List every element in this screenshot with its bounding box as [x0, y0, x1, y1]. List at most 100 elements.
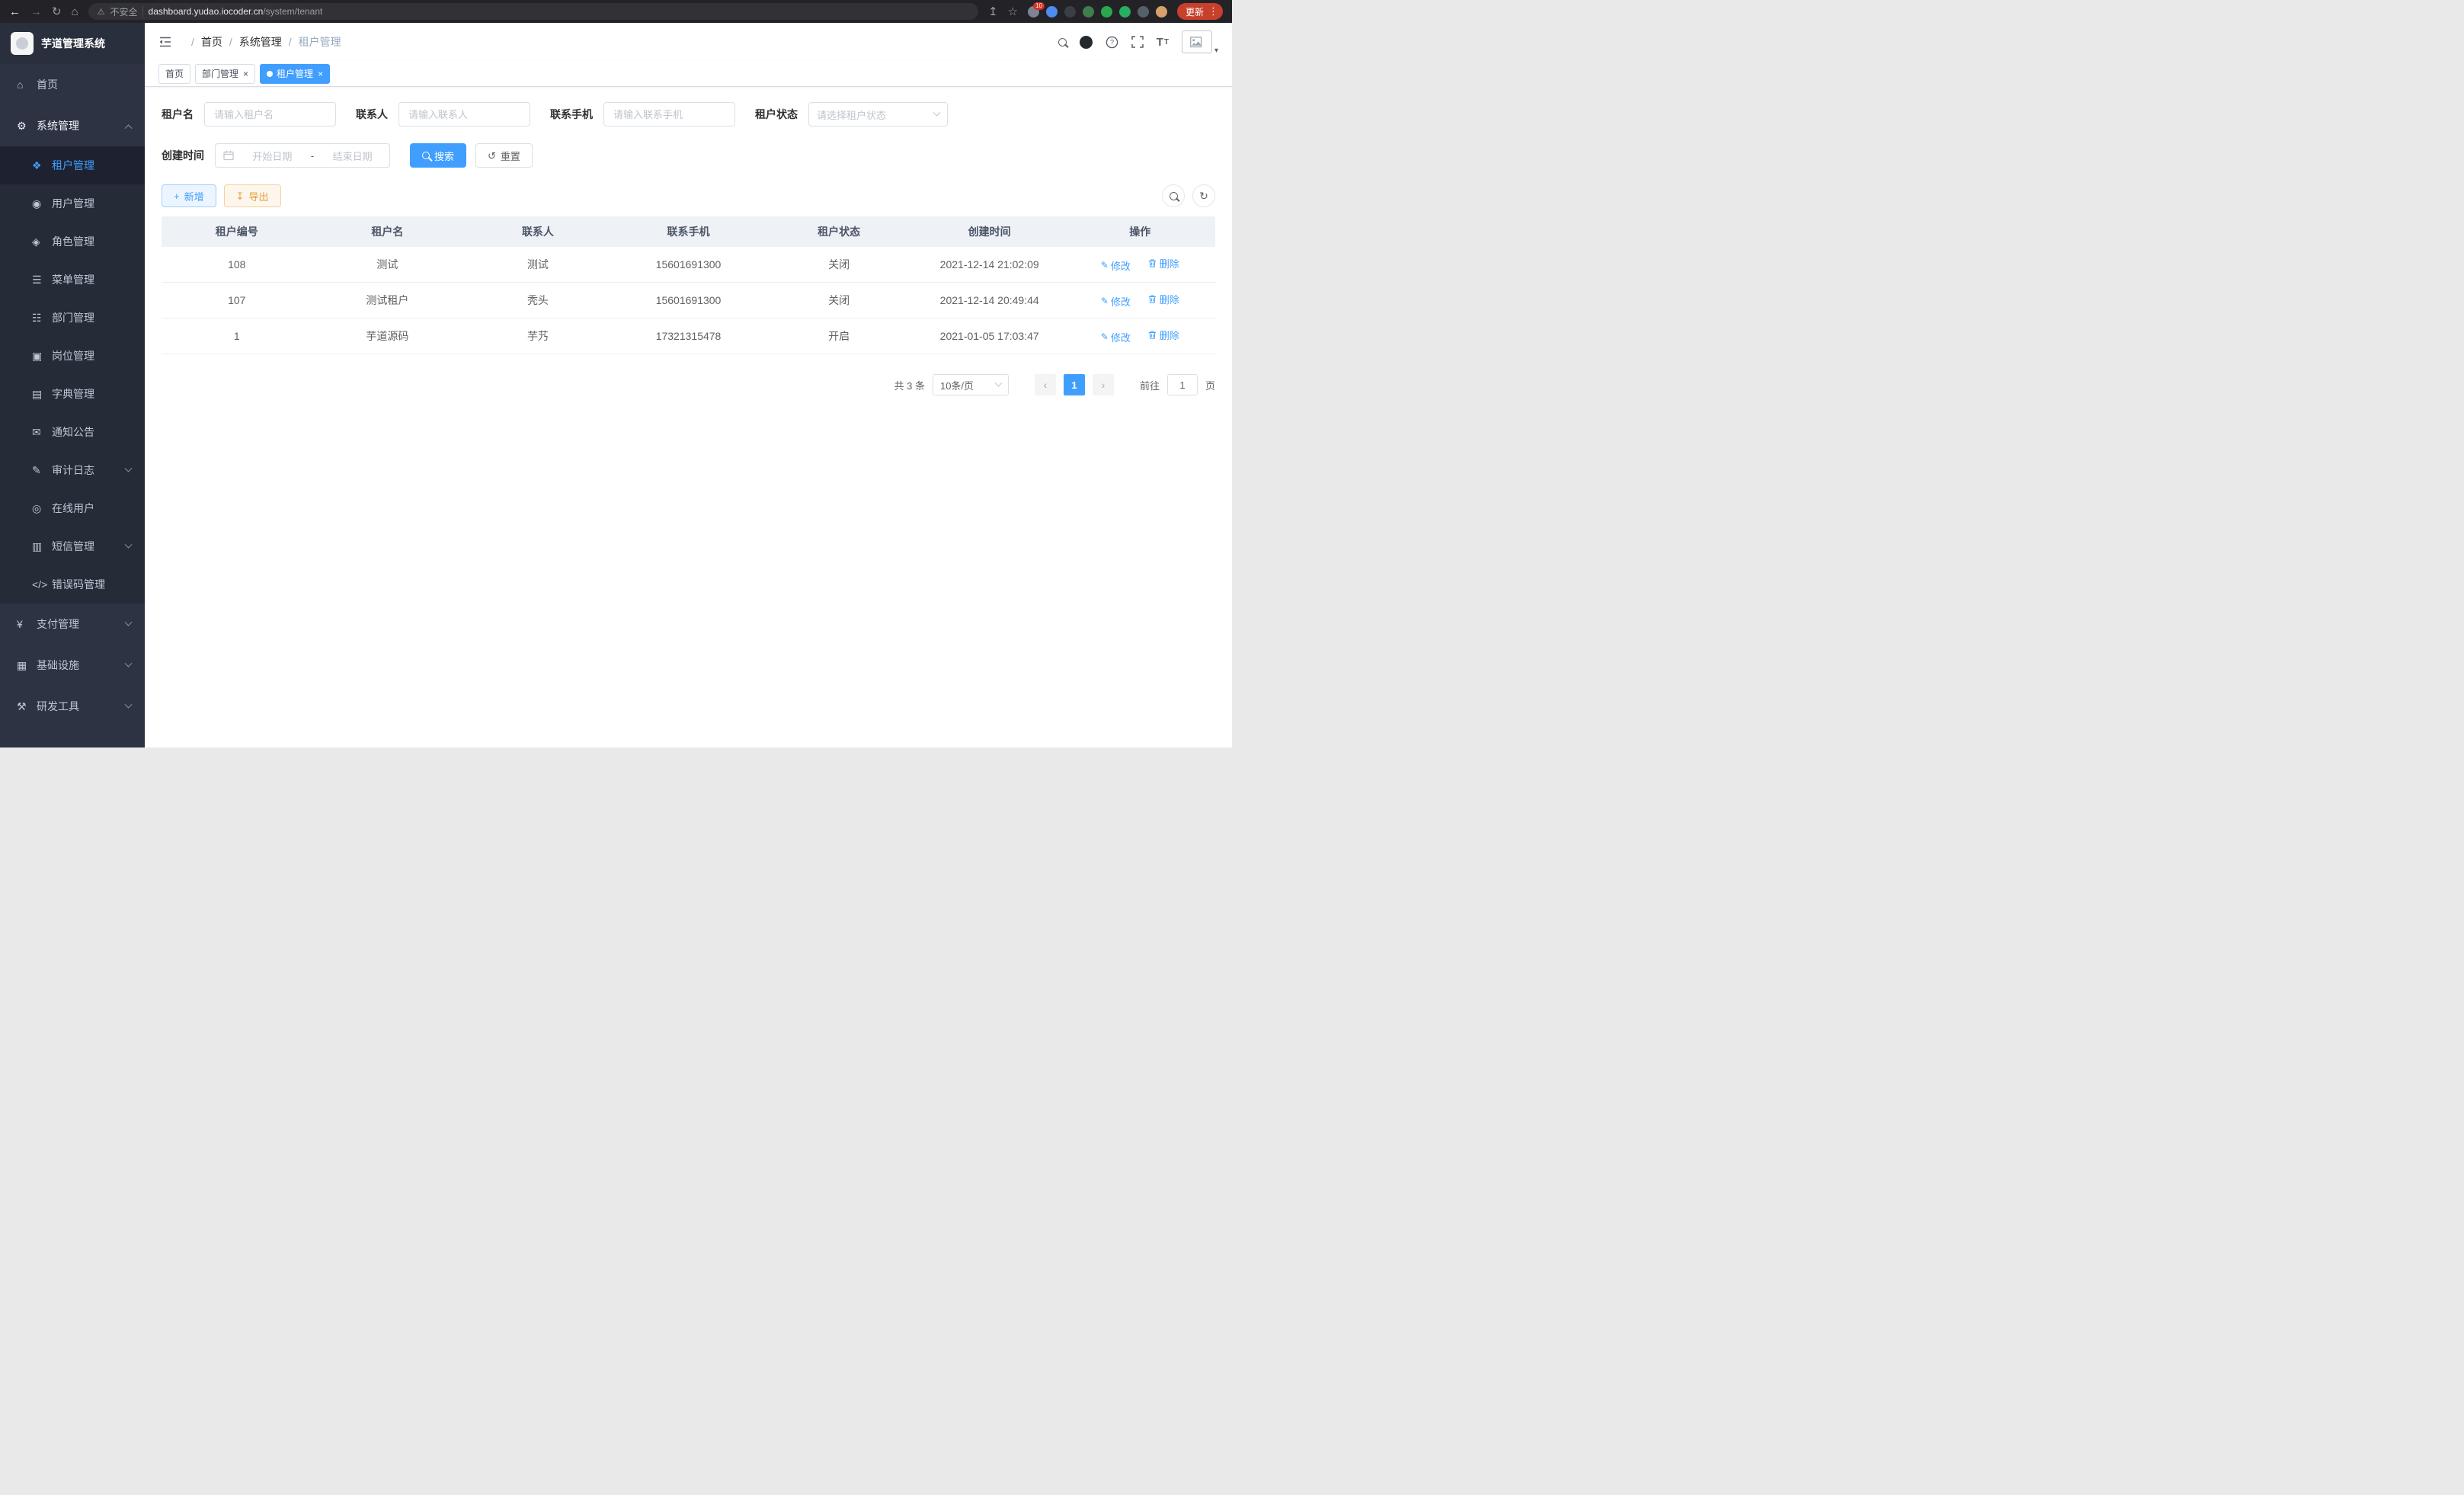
add-button[interactable]: + 新增	[162, 184, 216, 207]
sidebar-item[interactable]: ⌂ 首页	[0, 64, 145, 105]
browser-update-button[interactable]: 更新 ⋮	[1177, 3, 1223, 20]
current-page-button[interactable]: 1	[1064, 374, 1085, 395]
cell-tenant-id: 108	[162, 258, 312, 271]
date-end-placeholder: 结束日期	[323, 149, 382, 163]
home-icon: ⌂	[17, 78, 37, 91]
address-bar[interactable]: ⚠ 不安全 dashboard.yudao.iocoder.cn/system/…	[88, 3, 978, 20]
reset-button[interactable]: ↺ 重置	[475, 143, 533, 168]
table-column-header: 租户状态	[763, 224, 914, 239]
breadcrumb-label: 租户管理	[299, 34, 341, 50]
goto-page-input[interactable]	[1167, 374, 1198, 395]
sidebar-item[interactable]: ▣ 岗位管理	[0, 337, 145, 375]
chevron-icon	[125, 464, 133, 472]
tab[interactable]: 租户管理 ×	[260, 64, 330, 84]
errcode-icon: </>	[32, 578, 52, 591]
tab-close-icon[interactable]: ×	[318, 69, 323, 78]
search-button[interactable]: 搜索	[410, 143, 466, 168]
sidebar-item[interactable]: ◉ 用户管理	[0, 184, 145, 222]
table-row: 108 测试 测试 15601691300 关闭 2021-12-14 21:0…	[162, 247, 1215, 283]
breadcrumb-item[interactable]: / 租户管理	[282, 34, 341, 50]
contact-input[interactable]	[398, 102, 530, 126]
browser-menu-icon[interactable]: ⋮	[1208, 5, 1218, 18]
sidebar-item[interactable]: ❖ 租户管理	[0, 146, 145, 184]
delete-link[interactable]: 删除	[1147, 256, 1179, 271]
font-size-icon[interactable]: TT	[1157, 36, 1169, 49]
cell-contact: 测试	[462, 257, 613, 272]
trash-icon	[1147, 330, 1157, 340]
phone-input[interactable]	[603, 102, 735, 126]
sidebar-item[interactable]: ☷ 部门管理	[0, 299, 145, 337]
user-icon: ◉	[32, 197, 52, 210]
sidebar: 芋道管理系统 ⌂ 首页 ⚙ 系统管理	[0, 23, 145, 748]
cell-created: 2021-01-05 17:03:47	[914, 330, 1065, 342]
sidebar-item[interactable]: ▤ 字典管理	[0, 375, 145, 413]
extension-icon[interactable]	[1119, 6, 1131, 18]
sidebar-item-label: 通知公告	[52, 424, 94, 440]
edit-link[interactable]: ✎修改	[1101, 294, 1131, 309]
tenant-name-label: 租户名	[162, 107, 194, 122]
sidebar-item[interactable]: ⚒ 研发工具	[0, 686, 145, 727]
tab[interactable]: 首页 ×	[158, 64, 190, 84]
toggle-search-icon[interactable]	[1162, 184, 1185, 207]
tab-close-icon[interactable]: ×	[243, 69, 248, 78]
extension-icon[interactable]	[1156, 6, 1167, 18]
tab[interactable]: 部门管理 ×	[195, 64, 255, 84]
bookmark-star-icon[interactable]: ☆	[1008, 6, 1018, 18]
infra-icon: ▦	[17, 659, 37, 672]
sidebar-item[interactable]: ✎ 审计日志	[0, 451, 145, 489]
github-icon[interactable]	[1080, 36, 1093, 49]
date-range-picker[interactable]: 开始日期 - 结束日期	[215, 143, 390, 168]
tab-dot-icon	[267, 71, 273, 77]
sidebar-item[interactable]: ⚙ 系统管理	[0, 105, 145, 146]
next-page-button[interactable]: ›	[1093, 374, 1114, 395]
extension-icon[interactable]	[1138, 6, 1149, 18]
sidebar-item[interactable]: ▥ 短信管理	[0, 527, 145, 565]
cell-created: 2021-12-14 20:49:44	[914, 294, 1065, 306]
cell-phone: 17321315478	[613, 330, 764, 342]
extension-icon[interactable]	[1064, 6, 1076, 18]
breadcrumb-item[interactable]: / 首页	[184, 34, 222, 50]
extension-icon[interactable]	[1046, 6, 1058, 18]
edit-link[interactable]: ✎修改	[1101, 258, 1131, 273]
sidebar-item[interactable]: ◈ 角色管理	[0, 222, 145, 261]
collapse-sidebar-icon[interactable]	[158, 36, 172, 48]
logo[interactable]: 芋道管理系统	[0, 23, 145, 64]
breadcrumb-item[interactable]: / 系统管理	[222, 34, 282, 50]
refresh-icon[interactable]: ↻	[1192, 184, 1215, 207]
delete-link[interactable]: 删除	[1147, 328, 1179, 342]
browser-back-icon[interactable]: ←	[9, 6, 21, 18]
url-host: dashboard.yudao.iocoder.cn	[149, 6, 264, 17]
sidebar-item-label: 字典管理	[52, 386, 94, 402]
edit-link[interactable]: ✎修改	[1101, 330, 1131, 344]
sidebar-item[interactable]: ¥ 支付管理	[0, 603, 145, 645]
sidebar-item-label: 岗位管理	[52, 348, 94, 363]
browser-forward-icon[interactable]: →	[30, 6, 42, 18]
tenant-name-input[interactable]	[204, 102, 336, 126]
sidebar-item[interactable]: </> 错误码管理	[0, 565, 145, 603]
share-icon[interactable]: ↥	[988, 6, 998, 18]
sidebar-item[interactable]: ☰ 菜单管理	[0, 261, 145, 299]
search-icon[interactable]	[1058, 38, 1067, 46]
extension-icon[interactable]	[1101, 6, 1112, 18]
browser-home-icon[interactable]: ⌂	[72, 6, 78, 18]
avatar-caret-icon[interactable]: ▾	[1214, 46, 1218, 55]
security-warning-icon: ⚠	[98, 7, 105, 17]
chevron-down-icon	[995, 379, 1003, 386]
prev-page-button[interactable]: ‹	[1035, 374, 1056, 395]
pay-icon: ¥	[17, 618, 37, 630]
tenant-status-select[interactable]: 请选择租户状态	[808, 102, 948, 126]
page-size-select[interactable]: 10条/页	[933, 374, 1009, 395]
extension-icon[interactable]	[1083, 6, 1094, 18]
avatar[interactable]	[1182, 30, 1212, 53]
extension-icon[interactable]: 10	[1028, 6, 1039, 18]
export-button[interactable]: ↧ 导出	[224, 184, 281, 207]
sidebar-item-label: 用户管理	[52, 196, 94, 211]
help-icon[interactable]: ?	[1106, 36, 1118, 49]
sidebar-item[interactable]: ◎ 在线用户	[0, 489, 145, 527]
sidebar-item[interactable]: ▦ 基础设施	[0, 645, 145, 686]
sidebar-item[interactable]: ✉ 通知公告	[0, 413, 145, 451]
delete-link[interactable]: 删除	[1147, 292, 1179, 306]
browser-reload-icon[interactable]: ↻	[52, 6, 62, 18]
tool-icon: ⚒	[17, 700, 37, 713]
fullscreen-icon[interactable]	[1131, 36, 1144, 48]
